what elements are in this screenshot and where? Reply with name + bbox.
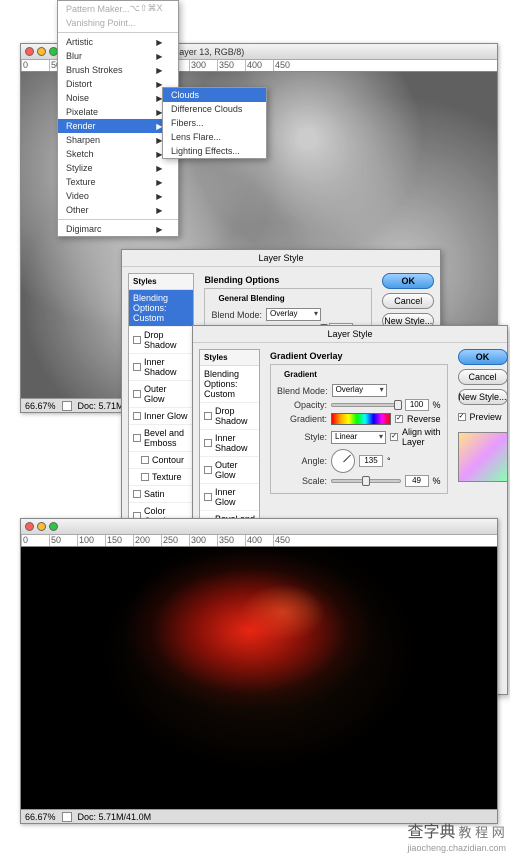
styles-row-inner-glow[interactable]: Inner Glow (129, 408, 193, 425)
cancel-button[interactable]: Cancel (458, 369, 508, 385)
styles-row-outer-glow[interactable]: Outer Glow (200, 457, 259, 484)
styles-row-blending-options[interactable]: Blending Options: Custom (200, 366, 259, 403)
menu-item-blur[interactable]: Blur▶ (58, 49, 178, 63)
reverse-checkbox[interactable] (395, 415, 403, 423)
ok-button[interactable]: OK (382, 273, 434, 289)
menu-item-vanishing-point[interactable]: Vanishing Point... (58, 16, 178, 30)
navigator-icon[interactable] (62, 812, 72, 822)
menu-item-video[interactable]: Video▶ (58, 189, 178, 203)
style-label: Style: (277, 432, 327, 442)
zoom-level[interactable]: 66.67% (25, 401, 56, 411)
minimize-icon[interactable] (37, 47, 46, 56)
minimize-icon[interactable] (37, 522, 46, 531)
preview-label: Preview (470, 412, 502, 422)
styles-row-bevel-emboss[interactable]: Bevel and Emboss (129, 425, 193, 452)
menu-item-distort[interactable]: Distort▶ (58, 77, 178, 91)
blend-mode-label: Blend Mode: (211, 310, 262, 320)
align-checkbox[interactable] (390, 433, 398, 441)
menu-item-sharpen[interactable]: Sharpen▶ (58, 133, 178, 147)
angle-input[interactable]: 135 (359, 455, 383, 467)
styles-row-drop-shadow[interactable]: Drop Shadow (129, 327, 193, 354)
scale-label: Scale: (277, 476, 327, 486)
blend-mode-select[interactable]: Overlay (266, 308, 321, 321)
styles-header: Styles (129, 274, 193, 290)
render-submenu[interactable]: Clouds Difference Clouds Fibers... Lens … (162, 87, 267, 159)
navigator-icon[interactable] (62, 401, 72, 411)
scale-slider[interactable] (331, 479, 401, 483)
gradient-picker[interactable] (331, 413, 391, 425)
opacity-slider[interactable] (331, 403, 401, 407)
submenu-item-difference-clouds[interactable]: Difference Clouds (163, 102, 266, 116)
angle-dial[interactable] (331, 449, 355, 473)
styles-row-drop-shadow[interactable]: Drop Shadow (200, 403, 259, 430)
dialog-title: Layer Style (193, 326, 507, 343)
styles-row-inner-glow[interactable]: Inner Glow (200, 484, 259, 511)
close-icon[interactable] (25, 522, 34, 531)
menu-item-noise[interactable]: Noise▶ (58, 91, 178, 105)
submenu-item-lighting-effects[interactable]: Lighting Effects... (163, 144, 266, 158)
gradient-label: Gradient: (277, 414, 327, 424)
menu-item-render[interactable]: Render▶ (58, 119, 178, 133)
menu-item-sketch[interactable]: Sketch▶ (58, 147, 178, 161)
doc-size: Doc: 5.71M/41.0M (78, 812, 152, 822)
gradient-head: Gradient (281, 370, 320, 379)
menu-item-digimarc[interactable]: Digimarc▶ (58, 222, 178, 236)
close-icon[interactable] (25, 47, 34, 56)
style-select[interactable]: Linear (331, 431, 386, 444)
styles-header: Styles (200, 350, 259, 366)
menu-item-other[interactable]: Other▶ (58, 203, 178, 217)
menu-item-pixelate[interactable]: Pixelate▶ (58, 105, 178, 119)
gradient-preview-swatch (458, 432, 508, 482)
zoom-level[interactable]: 66.67% (25, 812, 56, 822)
submenu-item-fibers[interactable]: Fibers... (163, 116, 266, 130)
cancel-button[interactable]: Cancel (382, 293, 434, 309)
opacity-input[interactable]: 100 (405, 399, 429, 411)
watermark: 查字典 教 程 网 jiaocheng.chazidian.com (407, 818, 506, 854)
styles-row-inner-shadow[interactable]: Inner Shadow (129, 354, 193, 381)
dialog-title: Layer Style (122, 250, 440, 267)
menu-item-artistic[interactable]: Artistic▶ (58, 35, 178, 49)
blend-mode-select[interactable]: Overlay (332, 384, 387, 397)
zoom-icon[interactable] (49, 522, 58, 531)
opacity-label: Opacity: (277, 400, 327, 410)
ok-button[interactable]: OK (458, 349, 508, 365)
submenu-item-clouds[interactable]: Clouds (163, 88, 266, 102)
general-blending-label: General Blending (215, 294, 287, 303)
styles-row-blending-options[interactable]: Blending Options: Custom (129, 290, 193, 327)
styles-row-contour[interactable]: Contour (129, 452, 193, 469)
reverse-label: Reverse (407, 414, 441, 424)
ruler-top: 050100150200250300350400450 (21, 535, 497, 547)
menu-item-pattern-maker[interactable]: Pattern Maker...⌥⇧⌘X (58, 1, 178, 16)
titlebar[interactable] (21, 519, 497, 535)
preview-checkbox[interactable] (458, 413, 466, 421)
styles-row-satin[interactable]: Satin (129, 486, 193, 503)
angle-label: Angle: (277, 456, 327, 466)
new-style-button[interactable]: New Style... (458, 389, 508, 405)
menu-item-stylize[interactable]: Stylize▶ (58, 161, 178, 175)
styles-row-texture[interactable]: Texture (129, 469, 193, 486)
scale-input[interactable]: 49 (405, 475, 429, 487)
styles-row-outer-glow[interactable]: Outer Glow (129, 381, 193, 408)
styles-row-inner-shadow[interactable]: Inner Shadow (200, 430, 259, 457)
section-title: Blending Options (204, 275, 372, 285)
align-label: Align with Layer (402, 427, 441, 447)
canvas-nebula[interactable] (21, 547, 497, 809)
menu-item-texture[interactable]: Texture▶ (58, 175, 178, 189)
blend-mode-label: Blend Mode: (277, 386, 328, 396)
menu-item-brush-strokes[interactable]: Brush Strokes▶ (58, 63, 178, 77)
document-window-nebula: 050100150200250300350400450 66.67% Doc: … (20, 518, 498, 824)
submenu-item-lens-flare[interactable]: Lens Flare... (163, 130, 266, 144)
section-title: Gradient Overlay (270, 351, 448, 361)
